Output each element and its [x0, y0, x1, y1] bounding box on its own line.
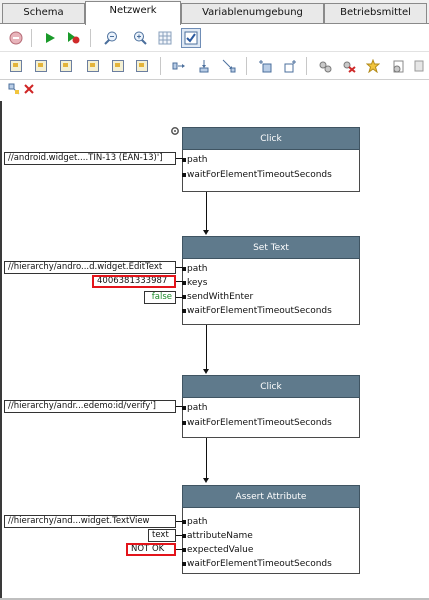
canvas-border	[0, 101, 2, 600]
toolbar-separator	[306, 57, 307, 75]
node-body-click-verify[interactable]: path waitForElementTimeoutSeconds	[181, 398, 360, 438]
tab-variablenumgebung[interactable]: Variablenumgebung	[181, 3, 324, 23]
input-connector	[176, 406, 182, 407]
distribute-vertical-icon[interactable]	[195, 57, 213, 75]
tab-label: Netzwerk	[109, 5, 157, 16]
hide-icon[interactable]	[389, 57, 407, 75]
distribute-horizontal-icon[interactable]	[170, 57, 188, 75]
node-title: Click	[260, 134, 282, 144]
node-title: Assert Attribute	[235, 492, 307, 502]
toolbar-separator	[160, 57, 161, 75]
align-center-icon[interactable]	[32, 57, 50, 75]
param-path: path	[181, 517, 208, 527]
toolbar-separator	[246, 57, 247, 75]
flow-arrow-icon	[203, 369, 209, 374]
node-header-click-verify[interactable]: Click	[182, 375, 360, 398]
input-connector	[176, 297, 182, 298]
input-connector	[176, 158, 182, 159]
distribute-diagonal-icon[interactable]	[220, 57, 238, 75]
flow-connector	[206, 438, 207, 478]
highlight-icon[interactable]	[364, 57, 382, 75]
add-port-icon[interactable]	[281, 57, 299, 75]
settings-icon[interactable]	[316, 57, 334, 75]
path-input[interactable]: //hierarchy/andro...d.widget.EditText	[4, 261, 176, 274]
send-with-enter-input[interactable]: false	[144, 291, 176, 304]
toolbar-layout	[0, 53, 429, 80]
node-body-set-text[interactable]: path keys sendWithEnter waitForElementTi…	[181, 259, 360, 325]
zoom-out-icon[interactable]	[102, 29, 120, 47]
align-right-icon[interactable]	[57, 57, 75, 75]
attribute-name-input[interactable]: text	[148, 529, 176, 542]
param-wait-timeout: waitForElementTimeoutSeconds	[182, 170, 332, 180]
overflow-icon[interactable]	[412, 57, 426, 75]
node-header-click[interactable]: Click	[182, 127, 360, 150]
node-body-assert-attribute[interactable]: path attributeName expectedValue waitFor…	[181, 508, 360, 574]
tab-label: Variablenumgebung	[202, 7, 303, 18]
delete-node-icon[interactable]	[340, 57, 358, 75]
flow-arrow-icon	[203, 230, 209, 235]
stop-icon[interactable]	[7, 29, 25, 47]
input-connector	[176, 535, 182, 536]
play-icon[interactable]	[41, 29, 59, 47]
expected-value-input[interactable]: NOT OK	[126, 543, 176, 556]
flow-arrow-icon	[203, 478, 209, 483]
param-attribute-name: attributeName	[182, 531, 253, 541]
close-icon[interactable]	[22, 82, 36, 96]
tab-betriebsmittel[interactable]: Betriebsmittel	[324, 3, 427, 23]
tab-label: Schema	[23, 7, 64, 18]
input-connector	[176, 281, 182, 282]
toolbar-separator	[31, 29, 32, 47]
keys-input[interactable]: 4006381333987	[92, 275, 176, 288]
param-keys: keys	[181, 278, 208, 288]
path-input[interactable]: //hierarchy/and...widget.TextView	[4, 515, 176, 528]
input-connector	[176, 549, 182, 550]
param-wait-timeout: waitForElementTimeoutSeconds	[182, 418, 332, 428]
debug-icon[interactable]	[64, 29, 82, 47]
path-input[interactable]: //android.widget....TIN-13 (EAN-13)']	[4, 152, 176, 165]
toolbar-separator	[90, 29, 91, 47]
tab-bar: Schema Netzwerk Variablenumgebung Betrie…	[0, 0, 429, 25]
path-input[interactable]: //hierarchy/andr...edemo:id/verify']	[4, 400, 176, 413]
check-toggle-icon[interactable]	[181, 28, 201, 48]
node-header-set-text[interactable]: Set Text	[182, 236, 360, 259]
node-title: Set Text	[253, 243, 289, 253]
grid-icon[interactable]	[156, 29, 174, 47]
toolbar-main	[0, 25, 429, 52]
gear-icon[interactable]	[169, 125, 181, 137]
flow-connector	[206, 325, 207, 369]
align-left-icon[interactable]	[7, 57, 25, 75]
align-bottom-icon[interactable]	[133, 57, 151, 75]
add-node-icon[interactable]	[256, 57, 274, 75]
param-wait-timeout: waitForElementTimeoutSeconds	[182, 306, 332, 316]
align-top-icon[interactable]	[84, 57, 102, 75]
node-title: Click	[260, 382, 282, 392]
tab-schema[interactable]: Schema	[2, 3, 85, 23]
param-send-with-enter: sendWithEnter	[181, 292, 254, 302]
tab-label: Betriebsmittel	[340, 7, 411, 18]
zoom-in-icon[interactable]	[131, 29, 149, 47]
param-wait-timeout: waitForElementTimeoutSeconds	[182, 559, 332, 569]
link-icon[interactable]	[7, 82, 21, 96]
node-header-assert-attribute[interactable]: Assert Attribute	[182, 485, 360, 508]
align-middle-icon[interactable]	[109, 57, 127, 75]
param-path: path	[181, 403, 208, 413]
input-connector	[176, 521, 182, 522]
flow-connector	[206, 192, 207, 230]
node-body-click[interactable]: path waitForElementTimeoutSeconds	[181, 150, 360, 192]
param-expected-value: expectedValue	[181, 545, 254, 555]
tab-netzwerk[interactable]: Netzwerk	[85, 1, 181, 25]
param-path: path	[181, 264, 208, 274]
toolbar-secondary	[0, 81, 429, 101]
param-path: path	[181, 155, 208, 165]
input-connector	[176, 267, 182, 268]
